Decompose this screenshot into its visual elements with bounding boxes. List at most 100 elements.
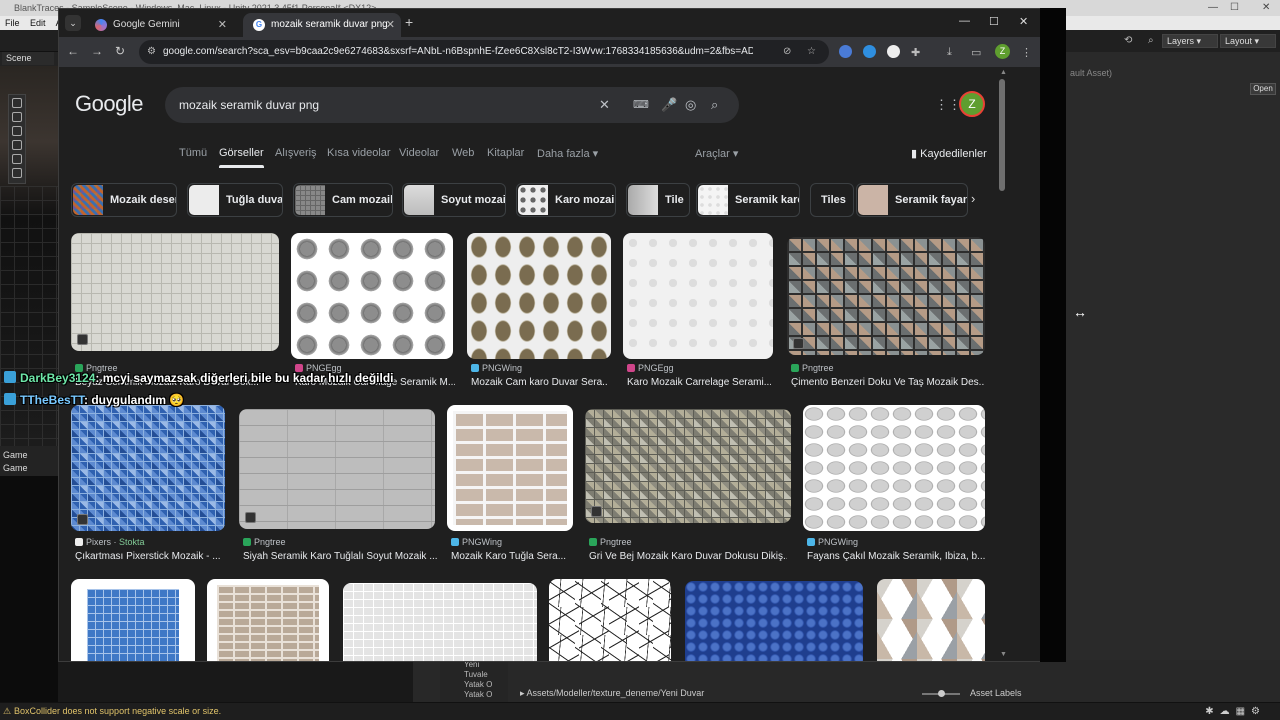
scroll-up-icon[interactable]: ▲ [1000, 69, 1007, 76]
image-result[interactable] [803, 405, 985, 531]
move-tool-icon[interactable] [12, 112, 22, 122]
tab-gemini[interactable]: Google Gemini ✕ [85, 13, 233, 37]
image-result[interactable] [343, 583, 537, 661]
source-label[interactable]: Pngtree [243, 537, 286, 547]
google-logo[interactable]: Google [75, 91, 143, 117]
extensions-puzzle-icon[interactable]: ✚ [911, 46, 920, 59]
extension-icon[interactable] [887, 45, 900, 58]
chip[interactable]: Tiles [810, 183, 854, 217]
address-bar[interactable]: ⚙ google.com/search?sca_esv=b9caa2c9e627… [139, 40, 829, 64]
search-input[interactable]: mozaik seramik duvar png ✕ ⌨ 🎤 ◎ ⌕ [165, 87, 739, 123]
close-icon[interactable]: ✕ [1262, 0, 1270, 16]
download-icon[interactable]: ⤓ [947, 46, 952, 59]
image-result[interactable] [467, 233, 611, 359]
chip[interactable]: Seramik karo [696, 183, 800, 217]
tab-search-icon[interactable]: ⌄ [65, 15, 81, 31]
bug-icon[interactable]: ✱ [1205, 706, 1219, 717]
image-result[interactable] [207, 579, 329, 661]
game-dropdown[interactable]: Game [3, 462, 55, 475]
profile-avatar[interactable]: Z [995, 44, 1010, 59]
tab-shopping[interactable]: Alışveriş [275, 147, 317, 159]
extension-icon[interactable] [839, 45, 852, 58]
tab-web[interactable]: Web [452, 147, 474, 159]
search-icon[interactable]: ⌕ [1148, 35, 1154, 46]
tab-google-images[interactable]: G mozaik seramik duvar png - Go ✕ [243, 13, 401, 37]
settings-icon[interactable]: ⚙ [1251, 706, 1266, 717]
result-caption[interactable]: Mozaik Karo Tuğla Sera... [451, 551, 571, 562]
chip[interactable]: Mozaik desen [71, 183, 177, 217]
microphone-icon[interactable]: 🎤 [661, 87, 677, 123]
eye-off-icon[interactable]: ⊘ [783, 40, 791, 64]
close-icon[interactable]: ✕ [1019, 15, 1028, 28]
image-result[interactable] [685, 581, 863, 661]
layers-icon[interactable]: ▦ [1236, 706, 1251, 717]
status-message[interactable]: BoxCollider does not support negative sc… [14, 706, 221, 716]
source-label[interactable]: Pixers · Stokta [75, 537, 145, 547]
tree-item[interactable]: Yatak O [464, 690, 508, 700]
scene-tab[interactable]: Scene [2, 52, 54, 65]
image-result[interactable] [549, 579, 671, 661]
tools-button[interactable]: Araçlar ▾ [695, 147, 738, 160]
image-result[interactable] [71, 233, 279, 351]
saved-button[interactable]: ▮ Kaydedilenler [911, 147, 987, 160]
chip[interactable]: Soyut mozaik [402, 183, 506, 217]
keyboard-icon[interactable]: ⌨ [633, 87, 649, 123]
image-result[interactable] [71, 579, 195, 661]
minimize-icon[interactable]: — [959, 15, 970, 27]
image-result[interactable] [291, 233, 453, 359]
result-caption[interactable]: Çimento Benzeri Doku Ve Taş Mozaik Des..… [791, 377, 985, 388]
search-icon[interactable]: ⌕ [711, 87, 718, 123]
result-caption[interactable]: Fayans Çakıl Mozaik Seramik, Ibiza, b... [807, 551, 985, 562]
chip[interactable]: Karo mozaik [516, 183, 616, 217]
project-breadcrumb[interactable]: ▸ Assets/Modeller/texture_deneme/Yeni Du… [520, 688, 704, 699]
game-tab[interactable]: Game [3, 449, 55, 462]
scroll-down-icon[interactable]: ▼ [1000, 651, 1007, 658]
chevron-right-icon[interactable]: › [971, 191, 975, 206]
image-result[interactable] [787, 237, 985, 355]
image-result[interactable] [71, 405, 225, 531]
lens-icon[interactable]: ◎ [685, 87, 696, 123]
chip[interactable]: Cam mozaik [293, 183, 393, 217]
maximize-icon[interactable]: ☐ [1230, 0, 1239, 16]
apps-grid-icon[interactable]: ⋮⋮ [935, 97, 961, 113]
bookmark-star-icon[interactable]: ☆ [807, 40, 816, 64]
image-result[interactable] [877, 579, 985, 661]
result-caption[interactable]: Mozaik Cam karo Duvar Sera... [471, 377, 607, 388]
image-result[interactable] [585, 409, 791, 523]
tab-search-icon[interactable]: ▭ [971, 46, 981, 59]
result-caption[interactable]: Çıkartması Pixerstick Mozaik - ... [75, 551, 225, 562]
tab-books[interactable]: Kitaplar [487, 147, 524, 159]
back-icon[interactable]: ← [67, 44, 79, 58]
tab-videos[interactable]: Videolar [399, 147, 439, 159]
tab-images[interactable]: Görseller [219, 147, 264, 168]
source-label[interactable]: PNGWing [807, 537, 858, 547]
reload-icon[interactable]: ↻ [115, 44, 125, 58]
tree-item[interactable]: Tuvale [464, 670, 508, 680]
chip[interactable]: Seramik fayans [856, 183, 968, 217]
result-caption[interactable]: Gri Ve Bej Mozaik Karo Duvar Dokusu Diki… [589, 551, 787, 562]
source-label[interactable]: PNGWing [471, 363, 522, 373]
chip[interactable]: Tuğla duvar [187, 183, 283, 217]
forward-icon[interactable]: → [91, 44, 103, 58]
source-label[interactable]: Pngtree [589, 537, 632, 547]
source-label[interactable]: PNGWing [451, 537, 502, 547]
image-result[interactable] [239, 409, 435, 529]
transform-tool-icon[interactable] [12, 168, 22, 178]
site-info-icon[interactable]: ⚙ [147, 40, 156, 64]
extension-icon[interactable] [863, 45, 876, 58]
source-label[interactable]: Pngtree [791, 363, 834, 373]
minimize-icon[interactable]: — [1208, 0, 1218, 16]
close-tab-icon[interactable]: ✕ [218, 13, 227, 37]
image-result[interactable] [623, 233, 773, 359]
thumbnail-size-slider[interactable] [922, 690, 960, 697]
history-icon[interactable]: ⟲ [1124, 35, 1132, 46]
result-caption[interactable]: Siyah Seramik Karo Tuğlalı Soyut Mozaik … [243, 551, 437, 562]
tab-more[interactable]: Daha fazla ▾ [537, 147, 598, 160]
cloud-icon[interactable]: ☁ [1220, 706, 1236, 717]
hand-tool-icon[interactable] [12, 98, 22, 108]
rotate-tool-icon[interactable] [12, 126, 22, 136]
tab-short-videos[interactable]: Kısa videolar [327, 147, 391, 159]
close-tab-icon[interactable]: ✕ [386, 13, 395, 37]
clear-icon[interactable]: ✕ [599, 87, 610, 123]
scale-tool-icon[interactable] [12, 140, 22, 150]
